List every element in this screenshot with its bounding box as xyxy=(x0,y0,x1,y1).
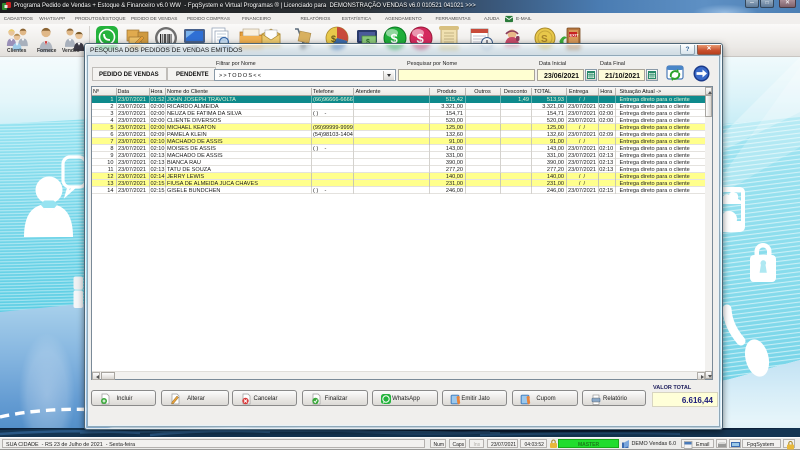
svg-text:EXIT: EXIT xyxy=(570,33,579,38)
